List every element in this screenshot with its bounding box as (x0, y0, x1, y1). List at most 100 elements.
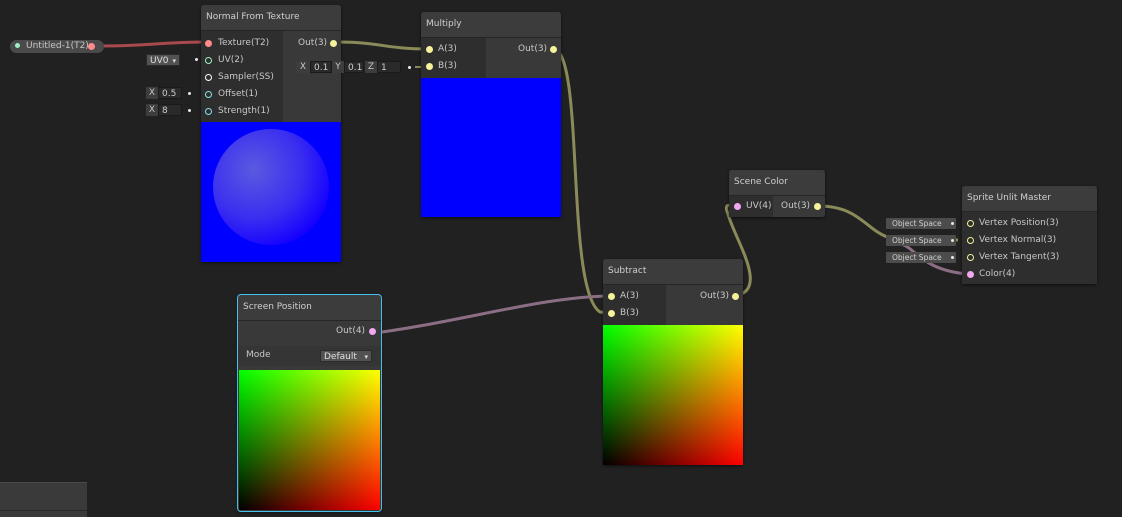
port-dot[interactable] (967, 254, 974, 261)
port-label: Out(3) (781, 201, 811, 211)
uv-channel-value: UV0 (150, 56, 169, 66)
screen-position-preview-image (239, 370, 380, 510)
port-label: Out(3) (700, 291, 730, 301)
vertex-normal-space-chip[interactable]: Object Space (886, 235, 956, 246)
node-title[interactable]: Screen Position (238, 295, 381, 321)
node-title[interactable]: Sprite Unlit Master (962, 186, 1097, 212)
strength-input[interactable]: 8 (158, 104, 182, 116)
port-dot[interactable] (550, 46, 557, 53)
offset-connector-dot (188, 92, 191, 95)
port-dot[interactable] (330, 40, 337, 47)
scene-color-node[interactable]: Scene Color UV(4) Out(3) (729, 170, 825, 217)
port-label: A(3) (438, 44, 457, 54)
multiply-preview-image (421, 78, 561, 217)
input-port-b[interactable]: B(3) (603, 305, 639, 322)
multiply-b-y-input[interactable]: 0.1 (344, 61, 364, 73)
port-label: A(3) (620, 291, 639, 301)
multiply-node[interactable]: Multiply A(3) B(3) Out(3) (421, 12, 561, 217)
sprite-unlit-master-node[interactable]: Sprite Unlit Master Vertex Position(3) V… (962, 186, 1097, 284)
chevron-down-icon: ▾ (172, 57, 176, 65)
port-label: UV(4) (746, 201, 772, 211)
multiply-b-x-input[interactable]: 0.1 (310, 61, 332, 73)
subtract-node[interactable]: Subtract A(3) B(3) Out(3) (603, 259, 743, 465)
offset-input[interactable]: 0.5 (158, 87, 182, 99)
port-label: Vertex Normal(3) (979, 235, 1057, 245)
input-port-a[interactable]: A(3) (603, 288, 639, 305)
port-dot[interactable] (426, 46, 433, 53)
port-label: UV(2) (218, 55, 244, 65)
input-port-vertex-normal[interactable]: Vertex Normal(3) (962, 232, 1056, 249)
output-port-out[interactable]: Out(4) (336, 323, 376, 340)
port-label: Color(4) (979, 269, 1016, 279)
port-label: B(3) (620, 308, 639, 318)
multiply-b-y-label: Y (332, 61, 344, 73)
port-dot[interactable] (608, 293, 615, 300)
multiply-b-connector-dot (408, 66, 411, 69)
multiply-b-x-label: X (296, 61, 310, 73)
vertex-normal-connector-dot (951, 239, 954, 242)
vertex-position-space-chip[interactable]: Object Space (886, 218, 956, 229)
input-port-sampler[interactable]: Sampler(SS) (201, 69, 274, 86)
port-dot[interactable] (205, 74, 212, 81)
blackboard-panel-fragment[interactable] (0, 482, 87, 517)
wire-multiply-to-subtract[interactable] (552, 47, 611, 315)
mode-dropdown[interactable]: Default ▾ (320, 350, 372, 362)
normal-preview-image (201, 122, 341, 262)
port-dot[interactable] (967, 237, 974, 244)
input-port-offset[interactable]: Offset(1) (201, 86, 258, 103)
input-port-b[interactable]: B(3) (421, 58, 457, 75)
output-port-out[interactable]: Out(3) (518, 41, 557, 58)
chevron-down-icon: ▾ (364, 353, 368, 361)
mode-row: Mode Default ▾ (238, 346, 381, 366)
port-label: B(3) (438, 61, 457, 71)
node-title[interactable]: Normal From Texture (201, 5, 341, 31)
port-label: Texture(T2) (218, 38, 270, 48)
normal-from-texture-node[interactable]: Normal From Texture Texture(T2) UV(2) Sa… (201, 5, 341, 262)
port-dot[interactable] (967, 271, 974, 278)
pill-out-port[interactable] (88, 43, 95, 50)
multiply-b-z-input[interactable]: 1 (377, 61, 401, 73)
panel-divider (0, 510, 87, 511)
port-label: Vertex Position(3) (979, 218, 1059, 228)
wire-normal-to-multiply[interactable] (337, 40, 430, 51)
texture-property-pill[interactable]: Untitled-1(T2) (10, 40, 104, 53)
port-label: Out(3) (298, 38, 328, 48)
wire-texture-to-normal[interactable] (101, 40, 209, 48)
output-port-out[interactable]: Out(3) (298, 35, 337, 52)
mode-value: Default (324, 352, 357, 362)
port-dot[interactable] (814, 203, 821, 210)
input-port-texture[interactable]: Texture(T2) (201, 35, 269, 52)
input-port-strength[interactable]: Strength(1) (201, 103, 270, 120)
input-port-vertex-tangent[interactable]: Vertex Tangent(3) (962, 249, 1059, 266)
input-port-a[interactable]: A(3) (421, 41, 457, 58)
subtract-preview-image (603, 325, 743, 465)
node-title[interactable]: Subtract (603, 259, 743, 285)
input-port-vertex-position[interactable]: Vertex Position(3) (962, 215, 1059, 232)
port-label: Out(3) (518, 44, 548, 54)
wire-screenpos-to-subtract[interactable] (374, 294, 611, 335)
output-port-out[interactable]: Out(3) (781, 198, 821, 215)
port-label: Offset(1) (218, 89, 258, 99)
screen-position-node[interactable]: Screen Position Out(4) Mode Default ▾ (237, 294, 382, 512)
uv-channel-dropdown[interactable]: UV0 ▾ (146, 54, 180, 66)
port-dot[interactable] (732, 293, 739, 300)
port-dot[interactable] (967, 220, 974, 227)
input-port-uv[interactable]: UV(4) (729, 198, 772, 215)
node-title[interactable]: Scene Color (729, 170, 825, 196)
input-port-color[interactable]: Color(4) (962, 266, 1015, 283)
port-label: Sampler(SS) (218, 72, 274, 82)
port-dot[interactable] (205, 91, 212, 98)
port-dot[interactable] (734, 203, 741, 210)
port-dot[interactable] (205, 40, 212, 47)
port-dot[interactable] (608, 310, 615, 317)
node-title[interactable]: Multiply (421, 12, 561, 38)
input-port-uv[interactable]: UV(2) (201, 52, 244, 69)
port-dot[interactable] (426, 63, 433, 70)
port-dot[interactable] (205, 57, 212, 64)
vertex-position-connector-dot (951, 222, 954, 225)
port-dot[interactable] (205, 108, 212, 115)
port-dot[interactable] (369, 328, 376, 335)
multiply-b-z-label: Z (365, 61, 377, 73)
vertex-tangent-space-chip[interactable]: Object Space (886, 252, 956, 263)
output-port-out[interactable]: Out(3) (700, 288, 739, 305)
